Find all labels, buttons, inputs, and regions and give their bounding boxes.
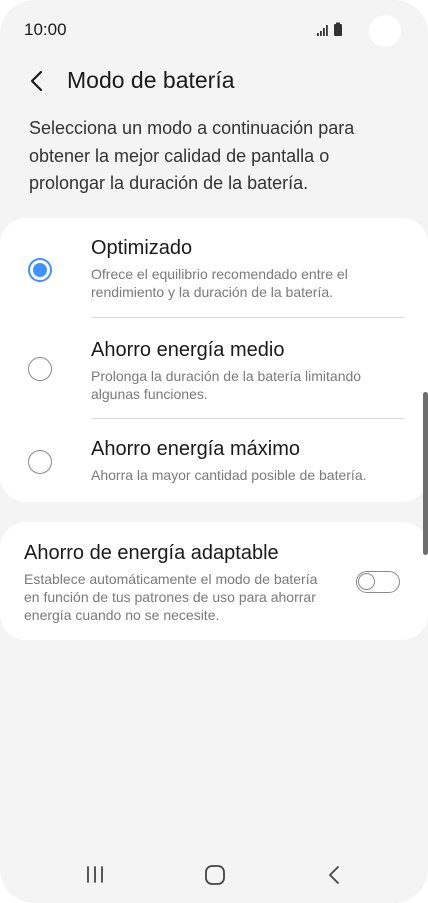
mode-description: Ahorra la mayor cantidad posible de bate…: [91, 467, 367, 483]
recent-apps-icon: [87, 866, 103, 883]
mode-title: Optimizado: [91, 237, 193, 259]
mode-option-maximo[interactable]: Ahorro energía máximo Ahorra la mayor ca…: [0, 418, 428, 502]
chevron-left-icon: [30, 70, 43, 92]
page-description: Selecciona un modo a continuación para o…: [29, 118, 355, 193]
adaptive-title: Ahorro de energía adaptable: [24, 542, 279, 564]
radio-selected-dot: [33, 263, 47, 277]
mode-title: Ahorro energía medio: [91, 339, 285, 361]
toggle-knob: [358, 573, 375, 590]
scrollbar[interactable]: [423, 392, 428, 555]
adaptive-power-card[interactable]: Ahorro de energía adaptable Establece au…: [0, 522, 428, 640]
mode-description: Ofrece el equilibrio recomendado entre e…: [91, 266, 348, 300]
status-icons: [317, 22, 342, 36]
recent-apps-button[interactable]: [82, 862, 108, 888]
front-camera: [369, 15, 401, 47]
status-time: 10:00: [24, 20, 67, 39]
radio-medio[interactable]: [28, 357, 52, 381]
back-icon: [329, 866, 339, 884]
adaptive-toggle[interactable]: [356, 571, 400, 593]
radio-maximo[interactable]: [28, 450, 52, 474]
mode-option-medio[interactable]: Ahorro energía medio Prolonga la duració…: [0, 318, 428, 418]
signal-icon: [317, 25, 328, 36]
page-title: Modo de batería: [67, 67, 235, 93]
adaptive-description: Establece automáticamente el modo de bat…: [24, 571, 318, 623]
mode-description: Prolonga la duración de la batería limit…: [91, 368, 362, 402]
mode-option-optimizado[interactable]: Optimizado Ofrece el equilibrio recomend…: [0, 218, 428, 318]
battery-modes-card: Optimizado Ofrece el equilibrio recomend…: [0, 218, 428, 502]
radio-optimizado[interactable]: [28, 258, 52, 282]
back-button[interactable]: [26, 68, 50, 94]
mode-title: Ahorro energía máximo: [91, 438, 300, 460]
battery-icon: [334, 22, 342, 36]
phone-screen: 10:00 Modo de batería Selecciona un modo…: [0, 0, 428, 903]
nav-back-button[interactable]: [322, 862, 348, 888]
home-icon: [205, 865, 225, 885]
home-button[interactable]: [202, 862, 228, 888]
